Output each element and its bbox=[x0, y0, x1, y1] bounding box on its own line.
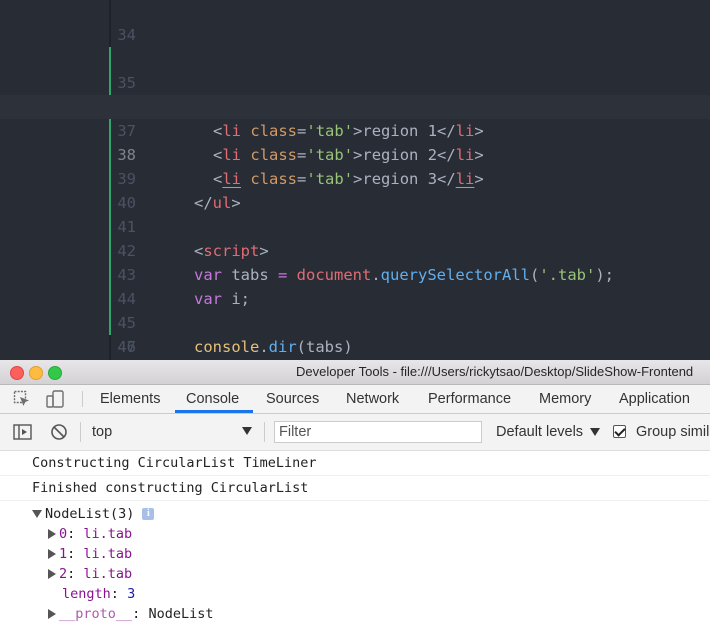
code-line: 41 <script> bbox=[0, 167, 710, 260]
nodelist-item[interactable]: 2: li.tab bbox=[48, 564, 132, 584]
console-toolbar: top Default levels Group similar bbox=[0, 414, 710, 451]
nodelist-length: length: 3 bbox=[62, 586, 136, 602]
maximize-window-button[interactable] bbox=[48, 366, 62, 380]
inspect-element-icon[interactable] bbox=[13, 390, 31, 408]
tab-divider bbox=[82, 391, 83, 407]
console-message: Finished constructing CircularList bbox=[0, 476, 710, 501]
expand-triangle-icon[interactable] bbox=[48, 549, 56, 559]
code-line: 34 bbox=[0, 0, 710, 44]
nodelist-item[interactable]: 1: li.tab bbox=[48, 544, 132, 564]
code-line-active: 38 <li class='tab'>region 3</li> bbox=[0, 95, 710, 188]
log-levels-dropdown[interactable]: Default levels bbox=[496, 414, 583, 450]
selected-tab-indicator bbox=[175, 410, 253, 413]
clear-console-icon[interactable] bbox=[50, 423, 68, 441]
show-sidebar-icon[interactable] bbox=[13, 423, 32, 441]
levels-dropdown-arrow-icon[interactable] bbox=[590, 428, 600, 436]
tab-elements[interactable]: Elements bbox=[100, 385, 160, 413]
code-editor[interactable]: 34 35 <ul> 36 <li class='tab'>region 1</… bbox=[0, 0, 710, 360]
tab-memory[interactable]: Memory bbox=[539, 385, 591, 413]
device-toolbar-icon[interactable] bbox=[46, 390, 64, 408]
collapse-triangle-icon[interactable] bbox=[32, 510, 42, 518]
tab-console[interactable]: Console bbox=[186, 385, 239, 413]
console-message-text: Finished constructing CircularList bbox=[32, 480, 309, 496]
tab-application[interactable]: Application bbox=[619, 385, 690, 413]
group-similar-checkbox[interactable] bbox=[613, 425, 626, 438]
code-line: 47 </body> bbox=[0, 311, 710, 356]
console-output: Constructing CircularList TimeLiner Fini… bbox=[0, 451, 710, 623]
code-line: 36 <li class='tab'>region 1</li> bbox=[0, 47, 710, 140]
code-line: 45 console.dir(tabs) bbox=[0, 263, 710, 356]
minimize-window-button[interactable] bbox=[29, 366, 43, 380]
code-line: 43 var i; bbox=[0, 215, 710, 308]
tab-performance[interactable]: Performance bbox=[428, 385, 511, 413]
code-line: 48 bbox=[0, 335, 710, 359]
code-line: 40 bbox=[0, 143, 710, 212]
code-line: 39 </ul> bbox=[0, 119, 710, 212]
window-titlebar[interactable]: Developer Tools - file:///Users/rickytsa… bbox=[0, 360, 710, 385]
nodelist-proto[interactable]: __proto__: NodeList bbox=[48, 604, 213, 623]
info-icon[interactable]: i bbox=[142, 508, 155, 520]
console-message: Constructing CircularList TimeLiner bbox=[0, 451, 710, 476]
code-line: 46 </script> bbox=[0, 287, 710, 356]
window-title: Developer Tools - file:///Users/rickytsa… bbox=[296, 364, 694, 379]
code-line: 42 var tabs = document.querySelectorAll(… bbox=[0, 191, 710, 284]
devtools-tabbar: Elements Console Sources Network Perform… bbox=[0, 385, 710, 414]
nodelist-item[interactable]: 0: li.tab bbox=[48, 524, 132, 544]
console-message-text: Constructing CircularList TimeLiner bbox=[32, 455, 317, 471]
code-line: 35 <ul> bbox=[0, 23, 710, 116]
expand-triangle-icon[interactable] bbox=[48, 609, 56, 619]
tab-sources[interactable]: Sources bbox=[266, 385, 319, 413]
context-selector[interactable]: top bbox=[92, 414, 112, 450]
code-line: 37 <li class='tab'>region 2</li> bbox=[0, 71, 710, 164]
devtools-window: Developer Tools - file:///Users/rickytsa… bbox=[0, 360, 710, 623]
nodelist-header[interactable]: NodeList(3) i bbox=[32, 504, 155, 524]
toolbar-separator bbox=[80, 422, 81, 442]
nodelist-label: NodeList(3) bbox=[45, 506, 135, 522]
tab-network[interactable]: Network bbox=[346, 385, 399, 413]
group-similar-label: Group similar bbox=[636, 424, 710, 440]
context-dropdown-arrow-icon[interactable] bbox=[242, 427, 252, 435]
expand-triangle-icon[interactable] bbox=[48, 569, 56, 579]
console-filter-input[interactable] bbox=[274, 421, 482, 443]
toolbar-separator bbox=[264, 422, 265, 442]
close-window-button[interactable] bbox=[10, 366, 24, 380]
code-line: 44 bbox=[0, 239, 710, 308]
expand-triangle-icon[interactable] bbox=[48, 529, 56, 539]
